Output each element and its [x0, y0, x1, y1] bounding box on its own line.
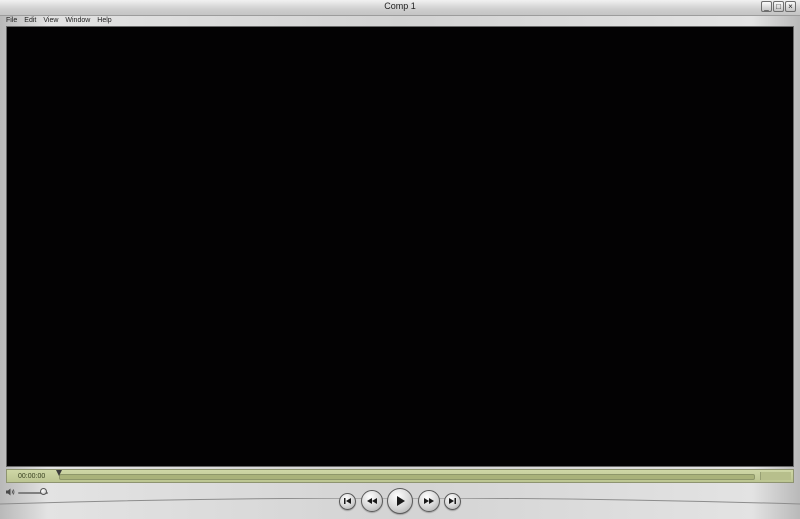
- menu-file[interactable]: File: [6, 16, 17, 26]
- title-bar[interactable]: Comp 1 _ □ ×: [0, 0, 800, 16]
- skip-to-end-icon: [449, 498, 456, 504]
- rewind-button[interactable]: [360, 490, 383, 512]
- volume-slider-knob[interactable]: [40, 488, 47, 495]
- playhead-marker[interactable]: [56, 470, 62, 476]
- menu-bar: File Edit View Window Help: [0, 16, 800, 26]
- timecode-display: 00:00:00: [18, 473, 46, 480]
- go-to-end-button[interactable]: [444, 492, 461, 510]
- volume-control: [6, 487, 50, 497]
- menu-edit[interactable]: Edit: [24, 16, 36, 26]
- play-icon: [396, 496, 405, 506]
- scrubber-track[interactable]: [59, 474, 755, 480]
- maximize-button[interactable]: □: [773, 1, 784, 12]
- skip-to-start-icon: [344, 498, 351, 504]
- transport-controls: [339, 486, 461, 516]
- video-viewport[interactable]: [6, 26, 794, 467]
- timeline-bar: 00:00:00: [6, 469, 794, 483]
- window-controls: _ □ ×: [761, 1, 796, 12]
- menu-view[interactable]: View: [43, 16, 58, 26]
- menu-help[interactable]: Help: [97, 16, 111, 26]
- minimize-button[interactable]: _: [761, 1, 772, 12]
- go-to-start-button[interactable]: [339, 492, 356, 510]
- fast-forward-button[interactable]: [417, 490, 440, 512]
- window-title: Comp 1: [384, 1, 416, 11]
- menu-window[interactable]: Window: [65, 16, 90, 26]
- fast-forward-icon: [423, 498, 434, 504]
- rewind-icon: [366, 498, 377, 504]
- timeline-end-cap: [760, 472, 791, 480]
- player-window: Comp 1 _ □ × File Edit View Window Help …: [0, 0, 800, 519]
- speaker-icon[interactable]: [6, 488, 15, 496]
- close-button[interactable]: ×: [785, 1, 796, 12]
- play-button[interactable]: [387, 488, 413, 514]
